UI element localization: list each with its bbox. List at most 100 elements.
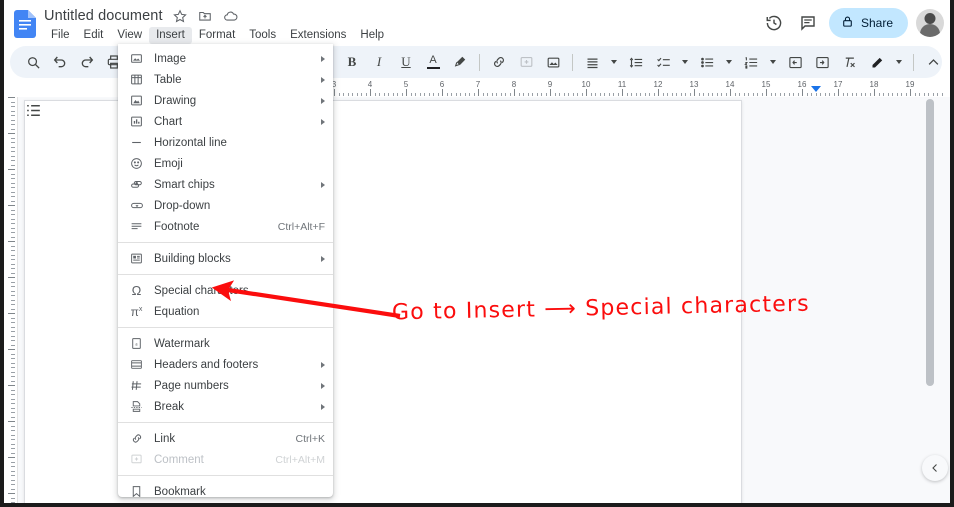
right-indent-marker[interactable] (811, 86, 822, 92)
ruler-tick (482, 92, 484, 96)
ruler-tick (361, 92, 362, 96)
menu-file[interactable]: File (44, 27, 77, 44)
ruler-tick (919, 92, 920, 96)
move-to-folder-icon[interactable] (198, 9, 213, 24)
align-icon[interactable] (579, 49, 605, 75)
search-icon[interactable] (20, 49, 46, 75)
vertical-ruler[interactable] (4, 97, 18, 503)
ruler-tick (496, 92, 497, 96)
vruler-tick (11, 137, 15, 139)
numbered-list-icon[interactable] (738, 49, 764, 75)
menu-tools[interactable]: Tools (242, 27, 283, 44)
menu-item-bookmark[interactable]: Bookmark (118, 481, 333, 497)
menu-item-footnote[interactable]: Footnote Ctrl+Alt+F (118, 216, 333, 237)
user-avatar[interactable] (916, 9, 944, 37)
align-dropdown-caret[interactable] (606, 49, 622, 75)
insert-link-icon[interactable] (486, 49, 512, 75)
menu-item-watermark[interactable]: a Watermark (118, 333, 333, 354)
menu-item-building-blocks[interactable]: Building blocks (118, 248, 333, 269)
menu-item-image[interactable]: Image (118, 48, 333, 69)
ruler-tick (595, 92, 596, 96)
ruler-tick (941, 92, 943, 96)
bulleted-list-icon[interactable] (694, 49, 720, 75)
menu-item-equation[interactable]: πx Equation (118, 301, 333, 322)
menu-help[interactable]: Help (353, 27, 391, 44)
menu-insert[interactable]: Insert (149, 27, 192, 44)
menu-edit[interactable]: Edit (77, 27, 111, 44)
ruler-tick (874, 89, 875, 96)
ruler-tick (815, 92, 817, 96)
menu-item-drop-down[interactable]: Drop-down (118, 195, 333, 216)
clear-formatting-icon[interactable] (836, 49, 862, 75)
ruler-tick (428, 92, 430, 96)
add-comment-icon[interactable] (513, 49, 539, 75)
menu-item-label: Horizontal line (154, 136, 227, 149)
numbered-list-dropdown-caret[interactable] (765, 49, 781, 75)
decrease-indent-icon[interactable] (782, 49, 808, 75)
underline-icon[interactable]: U (393, 49, 419, 75)
undo-icon[interactable] (47, 49, 73, 75)
collapse-panel-button[interactable] (922, 455, 948, 481)
ruler-tick (379, 92, 380, 96)
redo-icon[interactable] (74, 49, 100, 75)
ruler-tick (572, 92, 574, 96)
comment-history-icon[interactable] (793, 8, 823, 38)
star-icon[interactable] (173, 9, 188, 24)
highlight-color-icon[interactable] (447, 49, 473, 75)
version-history-icon[interactable] (759, 8, 789, 38)
ruler-tick (509, 92, 511, 96)
menu-item-link[interactable]: Link Ctrl+K (118, 428, 333, 449)
page-title[interactable]: Untitled document (44, 8, 163, 24)
ruler-tick (797, 92, 799, 96)
menu-item-emoji[interactable]: Emoji (118, 153, 333, 174)
checklist-icon[interactable] (650, 49, 676, 75)
ruler-tick (766, 89, 767, 96)
lock-icon (841, 15, 854, 31)
vertical-scrollbar-track[interactable] (926, 97, 942, 503)
vruler-tick (11, 196, 15, 197)
menu-item-special-characters[interactable]: Ω Special characters (118, 280, 333, 301)
ruler-tick (505, 92, 506, 96)
collapse-toolbar-icon[interactable] (920, 49, 946, 75)
menu-item-headers-and-footers[interactable]: Headers and footers (118, 354, 333, 375)
ruler-tick (833, 92, 835, 96)
vruler-tick (11, 173, 15, 175)
drawing-icon (128, 92, 145, 109)
menu-item-horizontal-line[interactable]: Horizontal line (118, 132, 333, 153)
insert-dropdown-menu[interactable]: Image Table Drawing Chart Horizontal line Emo… (118, 44, 333, 497)
menu-item-label: Smart chips (154, 178, 215, 191)
editing-mode-pencil-icon[interactable] (864, 49, 890, 75)
text-color-icon[interactable]: A (420, 49, 446, 75)
insert-image-icon[interactable] (540, 49, 566, 75)
cloud-saved-icon[interactable] (223, 9, 238, 24)
menu-item-chart[interactable]: Chart (118, 111, 333, 132)
menu-item-break[interactable]: Break (118, 396, 333, 417)
italic-icon[interactable]: I (366, 49, 392, 75)
menu-extensions[interactable]: Extensions (283, 27, 353, 44)
document-outline-icon[interactable] (24, 101, 44, 121)
bold-icon[interactable]: B (339, 49, 365, 75)
editing-mode-dropdown-caret[interactable] (891, 49, 907, 75)
vertical-scrollbar-thumb[interactable] (926, 99, 934, 386)
ruler-tick (680, 92, 682, 96)
ruler-number: 17 (833, 80, 843, 89)
checklist-dropdown-caret[interactable] (677, 49, 693, 75)
ruler-number: 12 (653, 80, 663, 89)
line-spacing-icon[interactable] (623, 49, 649, 75)
share-button[interactable]: Share (828, 8, 908, 38)
vruler-tick (11, 160, 15, 161)
menu-view[interactable]: View (110, 27, 149, 44)
menu-item-table[interactable]: Table (118, 69, 333, 90)
menu-item-drawing[interactable]: Drawing (118, 90, 333, 111)
menu-item-page-numbers[interactable]: Page numbers (118, 375, 333, 396)
menu-format[interactable]: Format (192, 27, 242, 44)
window-frame-right (950, 0, 954, 507)
ruler-tick (784, 92, 785, 96)
increase-indent-icon[interactable] (809, 49, 835, 75)
ruler-tick (352, 92, 353, 96)
chevron-down-icon (611, 60, 617, 64)
menu-item-smart-chips[interactable]: Smart chips (118, 174, 333, 195)
ruler-tick (500, 92, 502, 96)
vruler-tick (11, 182, 15, 184)
bulleted-list-dropdown-caret[interactable] (721, 49, 737, 75)
